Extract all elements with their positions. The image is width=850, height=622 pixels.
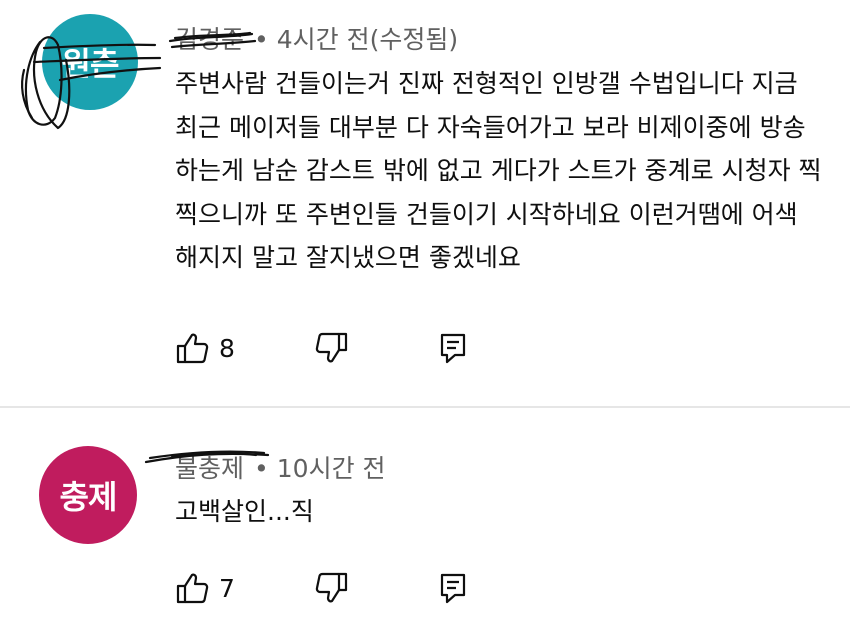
reply-comment-icon — [440, 333, 466, 364]
like-count: 7 — [219, 573, 235, 603]
separator-dot: • — [254, 25, 269, 54]
avatar[interactable]: 원츤 — [42, 14, 138, 110]
comments-panel: 원츤 김경준 • 4시간 전(수정됨) 주변사람 건들이는거 진짜 전형적인 인방갤… — [0, 0, 850, 622]
reply-button[interactable] — [438, 568, 468, 608]
comment-item: 충제 불충제 • 10시간 전 고백살인...직 7 — [0, 409, 850, 622]
separator-dot: • — [254, 454, 269, 483]
dislike-button[interactable] — [315, 328, 349, 368]
comment-meta: 김경준 • 4시간 전(수정됨) — [175, 20, 458, 56]
like-button[interactable]: 8 — [175, 328, 235, 368]
like-count: 8 — [219, 333, 235, 363]
avatar-text: 충제 — [59, 478, 118, 516]
comment-item: 원츤 김경준 • 4시간 전(수정됨) 주변사람 건들이는거 진짜 전형적인 인방갤… — [0, 0, 850, 408]
comment-time: 10시간 전 — [276, 454, 386, 483]
avatar-text: 원츤 — [61, 45, 120, 83]
thumb-up-icon — [176, 573, 209, 604]
comment-line: 최근 메이저들 대부분 다 자숙들어가고 보라 비제이중에 방송 — [175, 112, 806, 142]
dislike-button[interactable] — [315, 568, 349, 608]
comment-time: 4시간 전(수정됨) — [276, 25, 459, 54]
author-name[interactable]: 불충제 — [175, 454, 244, 483]
comment-line: 찍으니까 또 주변인들 건들이기 시작하네요 이런거땜에 어색 — [175, 199, 798, 229]
comment-line: 고백살인...직 — [175, 497, 314, 526]
comment-actions: 7 — [175, 568, 495, 608]
comment-line: 주변사람 건들이는거 진짜 전형적인 인방갤 수법입니다 지금 — [175, 69, 798, 98]
divider — [0, 406, 850, 408]
thumb-up-icon — [176, 333, 209, 364]
comment-actions: 8 — [175, 328, 495, 368]
comment-line: 하는게 남순 감스트 밖에 없고 게다가 스트가 중계로 시청자 찍 — [175, 156, 822, 185]
avatar[interactable]: 충제 — [39, 446, 137, 544]
reply-comment-icon — [440, 573, 466, 604]
comment-meta: 불충제 • 10시간 전 — [175, 449, 386, 485]
author-name[interactable]: 김경준 — [175, 25, 244, 54]
comment-line: 해지지 말고 잘지냈으면 좋겠네요 — [175, 243, 521, 272]
thumb-down-icon — [315, 332, 348, 363]
reply-button[interactable] — [438, 328, 468, 368]
comment-body: 주변사람 건들이는거 진짜 전형적인 인방갤 수법입니다 지금 최근 메이저들 … — [175, 62, 850, 280]
comment-body: 고백살인...직 — [175, 490, 314, 534]
thumb-down-icon — [315, 572, 348, 603]
like-button[interactable]: 7 — [175, 568, 235, 608]
